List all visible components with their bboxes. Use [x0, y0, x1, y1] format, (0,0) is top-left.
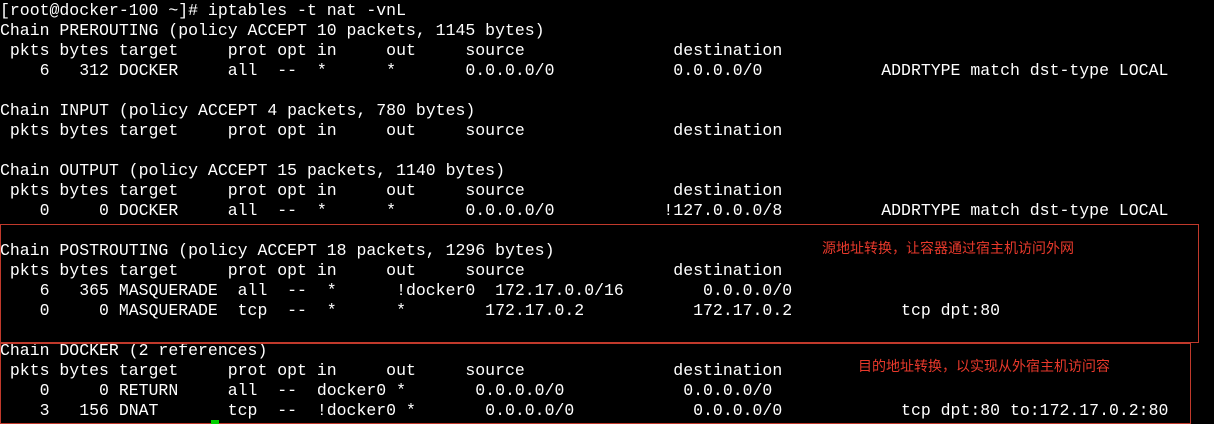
- command-prompt-line: [root@docker-100 ~]# iptables -t nat -vn…: [0, 1, 406, 20]
- column-header-row: pkts bytes target prot opt in out source…: [0, 41, 783, 60]
- docker-chain-highlight-box: [0, 343, 1191, 424]
- rule-row: 0 0 DOCKER all -- * * 0.0.0.0/0 !127.0.0…: [0, 201, 1169, 220]
- column-header-row: pkts bytes target prot opt in out source…: [0, 121, 783, 140]
- rule-row: 6 312 DOCKER all -- * * 0.0.0.0/0 0.0.0.…: [0, 61, 1169, 80]
- chain-input-header: Chain INPUT (policy ACCEPT 4 packets, 78…: [0, 101, 476, 120]
- snat-annotation: 源地址转换，让容器通过宿主机访问外网: [822, 241, 1074, 257]
- column-header-row: pkts bytes target prot opt in out source…: [0, 181, 783, 200]
- dnat-annotation: 目的地址转换，以实现从外宿主机访问容: [858, 359, 1110, 375]
- chain-output-header: Chain OUTPUT (policy ACCEPT 15 packets, …: [0, 161, 505, 180]
- terminal-window[interactable]: [root@docker-100 ~]# iptables -t nat -vn…: [0, 0, 1214, 424]
- terminal-cursor: [211, 420, 219, 424]
- chain-prerouting-header: Chain PREROUTING (policy ACCEPT 10 packe…: [0, 21, 545, 40]
